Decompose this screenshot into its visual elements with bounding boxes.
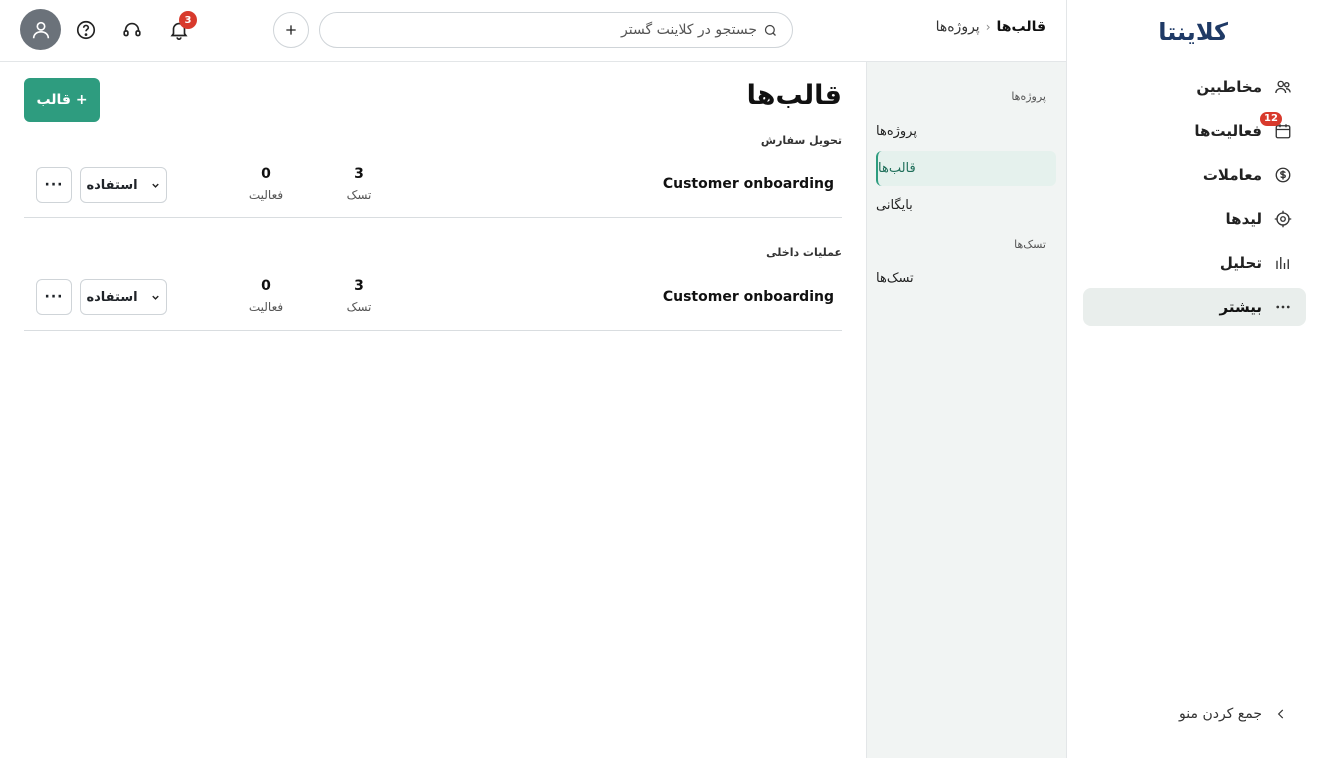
use-template-button[interactable]: استفاده (80, 167, 167, 203)
tasks-stat: 3 تسک (329, 278, 389, 314)
sidebar-item-leads[interactable]: لیدها (1083, 200, 1306, 238)
collapse-menu-label: جمع کردن منو (1179, 706, 1262, 722)
sidebar-item-activities[interactable]: 12 فعالیت‌ها (1083, 112, 1306, 150)
quick-add-button[interactable] (273, 12, 309, 48)
main-sidebar: کلاینتا مخاطبین 12 فعالیت‌ها معاملات لید… (1066, 0, 1322, 758)
sidebar-item-label: لیدها (1225, 210, 1262, 228)
group-title: عملیات داخلی (766, 246, 842, 259)
help-button[interactable] (75, 19, 97, 41)
activities-label: فعالیت (248, 188, 284, 202)
page-title: قالب‌ها (746, 80, 842, 111)
chevron-down-icon (150, 292, 161, 303)
top-bar: پروژه‌ها ‹ قالب‌ها جستجو در کلاینت گستر … (0, 0, 1066, 62)
use-template-button[interactable]: استفاده (80, 279, 167, 315)
sidebar-item-deals[interactable]: معاملات (1083, 156, 1306, 194)
search-icon (763, 23, 778, 38)
collapse-menu-button[interactable]: جمع کردن منو (1179, 706, 1288, 722)
activities-stat: 0 فعالیت (236, 278, 296, 314)
notification-count-badge: 3 (179, 11, 197, 29)
tasks-count: 3 (354, 278, 364, 294)
new-template-button[interactable]: + قالب (24, 78, 100, 122)
template-name[interactable]: Customer onboarding (663, 176, 834, 192)
activities-count: 0 (261, 278, 271, 294)
template-name[interactable]: Customer onboarding (663, 289, 834, 305)
sidebar-item-label: معاملات (1202, 166, 1262, 184)
sidebar-item-more[interactable]: بیشتر (1083, 288, 1306, 326)
support-button[interactable] (121, 19, 143, 41)
template-row[interactable]: Customer onboarding 3 تسک 0 فعالیت استفا… (24, 158, 842, 218)
activities-stat: 0 فعالیت (236, 166, 296, 202)
template-row[interactable]: Customer onboarding 3 تسک 0 فعالیت استفا… (24, 271, 842, 331)
subnav-section-tasks: تسک‌ها (1014, 238, 1046, 251)
activities-count: 0 (261, 166, 271, 182)
headset-icon (121, 19, 143, 41)
search-placeholder: جستجو در کلاینت گستر (621, 22, 757, 38)
use-label: استفاده (86, 177, 138, 193)
row-more-button[interactable]: ··· (36, 279, 72, 315)
subnav-item-templates[interactable]: قالب‌ها (876, 151, 1056, 186)
sidebar-item-contacts[interactable]: مخاطبین (1083, 68, 1306, 106)
breadcrumb: پروژه‌ها ‹ قالب‌ها (936, 19, 1046, 35)
bar-chart-icon (1274, 254, 1292, 272)
projects-subnav: پروژه‌ها پروژه‌ها قالب‌ها بایگانی تسک‌ها… (866, 62, 1066, 758)
sidebar-item-label: تحلیل (1219, 254, 1262, 272)
calendar-icon: 12 (1260, 112, 1292, 140)
target-icon (1274, 210, 1292, 228)
chevron-down-icon (150, 180, 161, 191)
chevron-left-icon: ‹ (985, 20, 991, 34)
help-circle-icon (75, 19, 97, 41)
plus-icon (283, 22, 299, 38)
row-more-button[interactable]: ··· (36, 167, 72, 203)
chevron-left-icon (1274, 707, 1288, 721)
sidebar-item-analytics[interactable]: تحلیل (1083, 244, 1306, 282)
tasks-stat: 3 تسک (329, 166, 389, 202)
subnav-item-tasks[interactable]: تسک‌ها (876, 261, 1056, 296)
coin-icon (1274, 166, 1292, 184)
subnav-item-projects[interactable]: پروژه‌ها (876, 114, 1056, 149)
app-logo[interactable]: کلاینتا (1158, 18, 1228, 46)
more-dots-icon (1274, 298, 1292, 316)
sidebar-item-label: مخاطبین (1196, 78, 1262, 96)
user-avatar[interactable] (20, 9, 61, 50)
tasks-count: 3 (354, 166, 364, 182)
sidebar-item-label: فعالیت‌ها (1194, 122, 1262, 140)
subnav-section-projects: پروژه‌ها (1011, 90, 1046, 103)
use-label: استفاده (86, 289, 138, 305)
breadcrumb-current: قالب‌ها (996, 19, 1046, 35)
activities-label: فعالیت (248, 300, 284, 314)
group-title: تحویل سفارش (760, 134, 842, 147)
breadcrumb-projects-link[interactable]: پروژه‌ها (936, 19, 980, 35)
search-input[interactable]: جستجو در کلاینت گستر (319, 12, 793, 48)
tasks-label: تسک (346, 188, 372, 202)
users-icon (1274, 78, 1292, 96)
sidebar-item-label: بیشتر (1219, 298, 1262, 316)
subnav-item-archive[interactable]: بایگانی (876, 188, 1056, 223)
tasks-label: تسک (346, 300, 372, 314)
activities-count-badge: 12 (1260, 112, 1282, 126)
user-icon (30, 19, 52, 41)
